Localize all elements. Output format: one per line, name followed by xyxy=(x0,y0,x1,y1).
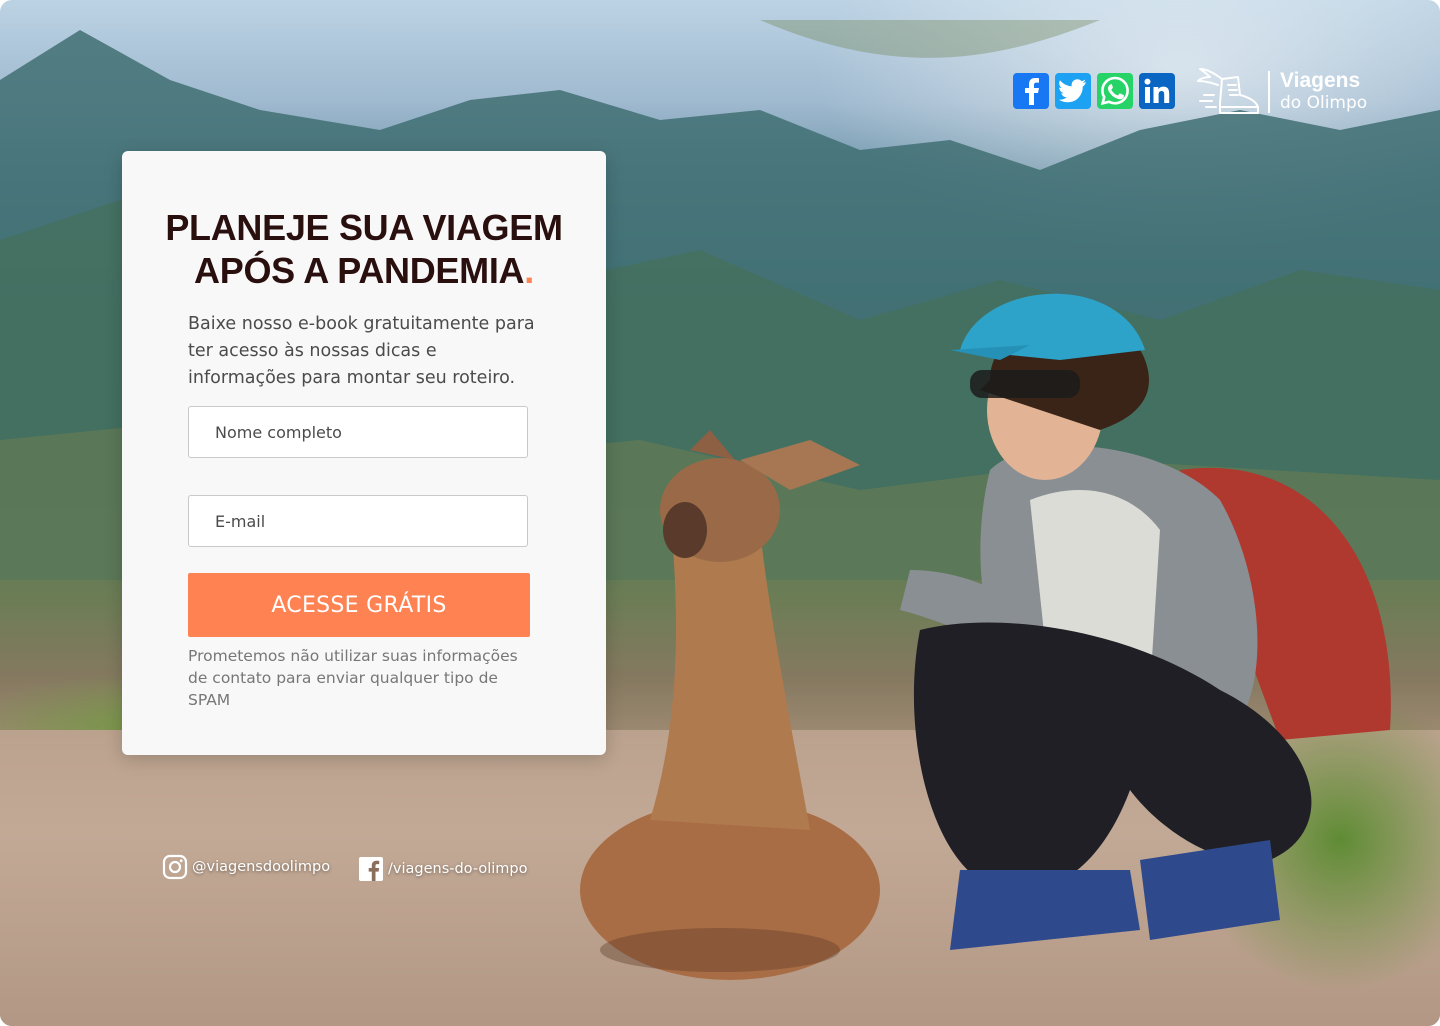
brand-name: Viagens do Olimpo xyxy=(1280,70,1367,114)
twitter-link[interactable] xyxy=(1055,73,1091,109)
facebook-handle-link[interactable]: /viagens-do-olimpo xyxy=(358,856,527,882)
title-accent-dot: . xyxy=(524,250,534,291)
landing-page: PLANEJE SUA VIAGEM APÓS A PANDEMIA. Baix… xyxy=(0,0,1440,1026)
signup-card: PLANEJE SUA VIAGEM APÓS A PANDEMIA. Baix… xyxy=(122,151,606,755)
whatsapp-link[interactable] xyxy=(1097,73,1133,109)
facebook-handle: /viagens-do-olimpo xyxy=(388,861,528,877)
title-line-1: PLANEJE SUA VIAGEM xyxy=(165,207,563,248)
brand-logo[interactable]: Viagens do Olimpo xyxy=(1196,64,1386,120)
description: Baixe nosso e-book gratuitamente para te… xyxy=(188,314,535,388)
whatsapp-icon xyxy=(1100,76,1129,106)
brand-name-line-1: Viagens xyxy=(1280,69,1361,92)
name-input[interactable] xyxy=(188,406,528,458)
page-title: PLANEJE SUA VIAGEM APÓS A PANDEMIA. xyxy=(122,206,606,292)
facebook-square-icon xyxy=(359,857,383,881)
winged-boot-icon xyxy=(1197,68,1259,114)
social-links-top xyxy=(1013,73,1175,109)
privacy-disclaimer: Prometemos não utilizar suas informações… xyxy=(188,647,518,709)
facebook-link[interactable] xyxy=(1013,73,1049,109)
instagram-handle-link[interactable]: @viagensdoolimpo xyxy=(162,854,330,880)
twitter-icon xyxy=(1059,79,1086,103)
instagram-handle: @viagensdoolimpo xyxy=(192,859,331,875)
facebook-icon xyxy=(1025,78,1039,105)
traveler-illustration xyxy=(900,293,1391,950)
linkedin-link[interactable] xyxy=(1139,73,1175,109)
brand-name-line-2: do Olimpo xyxy=(1280,93,1368,113)
instagram-icon xyxy=(162,854,188,880)
title-line-2: APÓS A PANDEMIA xyxy=(194,250,525,291)
email-input[interactable] xyxy=(188,495,528,547)
logo-divider xyxy=(1268,71,1270,113)
linkedin-icon xyxy=(1144,78,1170,103)
submit-button[interactable]: ACESSE GRÁTIS xyxy=(188,573,530,637)
